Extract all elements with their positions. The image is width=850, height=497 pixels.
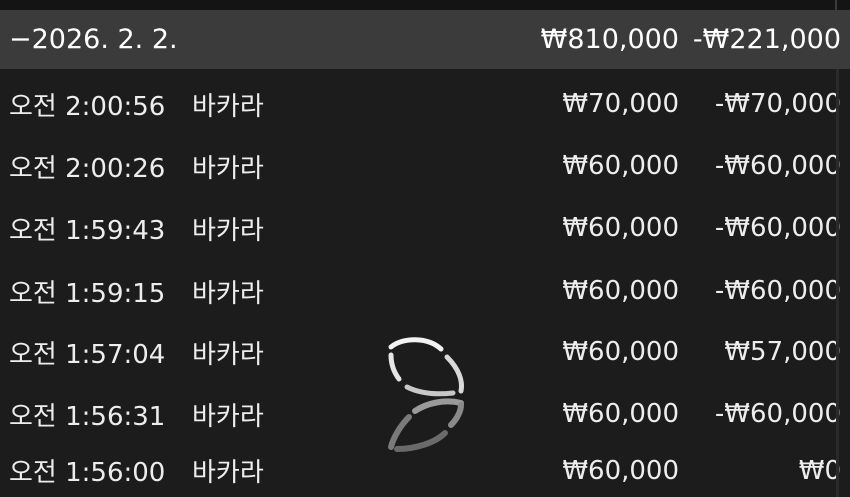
- history-row[interactable]: 오전 2:00:56 바카라 ₩70,000 -₩70,000: [0, 73, 850, 135]
- row-time: 오전 1:56:00: [9, 458, 166, 488]
- top-strip: [0, 0, 850, 10]
- row-result: -₩60,000: [714, 276, 841, 306]
- row-bet: ₩70,000: [562, 89, 679, 119]
- row-bet: ₩60,000: [562, 337, 679, 367]
- row-result: -₩70,000: [714, 89, 841, 119]
- row-time: 오전 1:57:04: [9, 339, 166, 370]
- summary-total-bet: ₩810,000: [540, 24, 679, 55]
- row-game: 바카라: [192, 401, 264, 432]
- row-game: 바카라: [192, 458, 264, 488]
- history-row[interactable]: 오전 1:59:43 바카라 ₩60,000 -₩60,000: [0, 197, 850, 259]
- row-bet: ₩60,000: [562, 276, 679, 306]
- row-game: 바카라: [192, 153, 264, 184]
- loading-spinner-icon: [383, 335, 467, 455]
- row-time: 오전 1:59:15: [9, 278, 166, 309]
- top-strip-edge: [835, 0, 837, 10]
- date-summary-row[interactable]: −2026. 2. 2. ₩810,000 -₩221,000: [0, 10, 850, 69]
- summary-total-result: -₩221,000: [692, 24, 841, 55]
- row-game: 바카라: [192, 339, 264, 370]
- row-time: 오전 2:00:56: [9, 91, 166, 122]
- vertical-scrollbar[interactable]: [836, 69, 839, 497]
- history-row[interactable]: 오전 1:59:15 바카라 ₩60,000 -₩60,000: [0, 260, 850, 322]
- summary-date: −2026. 2. 2.: [9, 24, 178, 55]
- row-result: -₩60,000: [714, 213, 841, 243]
- row-result: -₩60,000: [714, 151, 841, 181]
- row-result: -₩60,000: [714, 399, 841, 429]
- row-time: 오전 1:56:31: [9, 401, 166, 432]
- row-bet: ₩60,000: [562, 213, 679, 243]
- row-game: 바카라: [192, 278, 264, 309]
- row-bet: ₩60,000: [562, 399, 679, 429]
- row-result: ₩0: [798, 455, 841, 486]
- row-bet: ₩60,000: [562, 455, 679, 486]
- row-bet: ₩60,000: [562, 151, 679, 181]
- row-game: 바카라: [192, 91, 264, 122]
- row-result: ₩57,000: [724, 337, 841, 367]
- history-row[interactable]: 오전 2:00:26 바카라 ₩60,000 -₩60,000: [0, 135, 850, 197]
- row-time: 오전 1:59:43: [9, 215, 166, 246]
- row-time: 오전 2:00:26: [9, 153, 166, 184]
- row-game: 바카라: [192, 215, 264, 246]
